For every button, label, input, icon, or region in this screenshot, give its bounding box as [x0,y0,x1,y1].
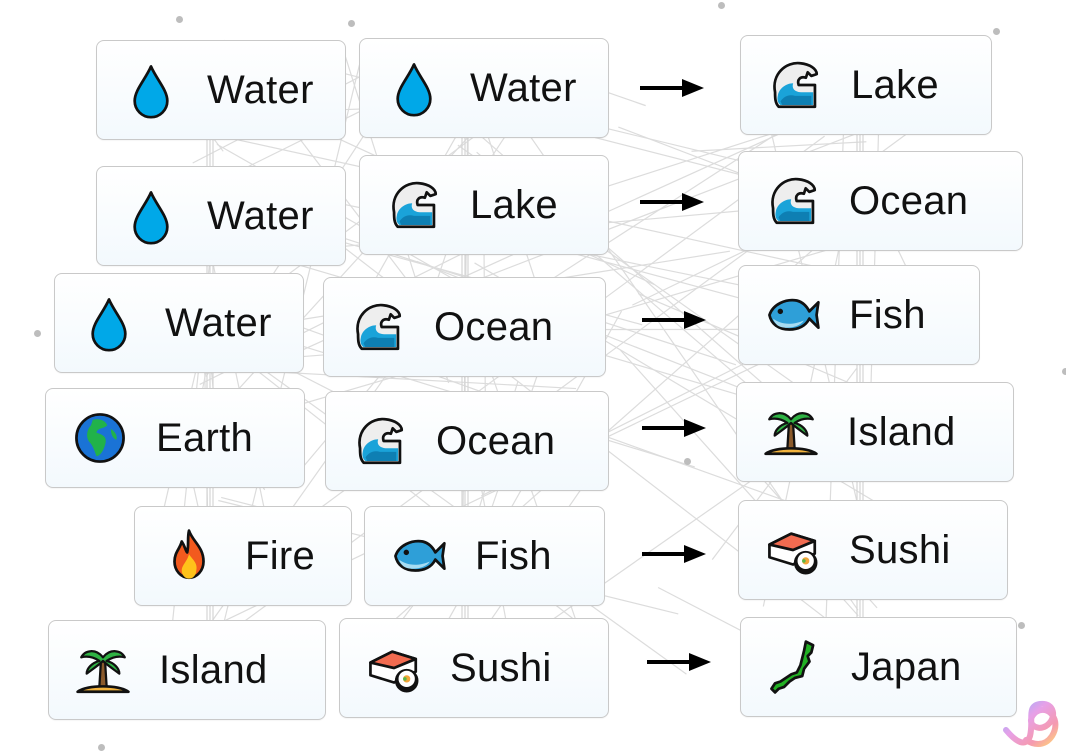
element-label: Lake [470,183,558,228]
element-tile-second-ingredient[interactable]: Sushi [339,618,609,718]
sushi-icon [362,636,426,700]
element-tile-result[interactable]: Sushi [738,500,1008,600]
element-label: Japan [851,645,961,690]
element-label: Island [847,410,956,455]
element-tile-second-ingredient[interactable]: Ocean [325,391,609,491]
right-arrow-icon [640,78,704,98]
element-tile-first-ingredient[interactable]: Fire [134,506,352,606]
decorative-dot [1062,368,1066,375]
right-arrow-icon [640,192,704,212]
element-label: Lake [851,63,939,108]
element-tile-result[interactable]: Island [736,382,1014,482]
water-drop-icon [119,184,183,248]
element-tile-second-ingredient[interactable]: Ocean [323,277,606,377]
fire-icon [157,524,221,588]
wave-icon [346,295,410,359]
element-label: Fish [475,534,552,579]
decorative-dot [176,16,183,23]
decorative-dot [1018,622,1025,629]
decorative-dot [993,28,1000,35]
water-drop-icon [382,56,446,120]
right-arrow-icon [642,418,706,438]
element-label: Fire [245,534,315,579]
decorative-dot [684,458,691,465]
decorative-dot [718,2,725,9]
element-tile-second-ingredient[interactable]: Lake [359,155,609,255]
fish-icon [761,283,825,347]
element-label: Water [470,66,577,111]
element-tile-result[interactable]: Fish [738,265,980,365]
wave-icon [763,53,827,117]
element-tile-result[interactable]: Japan [740,617,1017,717]
brand-logo-icon [996,660,1066,750]
element-label: Water [165,301,272,346]
element-tile-second-ingredient[interactable]: Fish [364,506,605,606]
element-tile-first-ingredient[interactable]: Water [96,40,346,140]
element-tile-first-ingredient[interactable]: Water [96,166,346,266]
globe-icon [68,406,132,470]
connection-line [692,142,867,152]
element-label: Water [207,194,314,239]
element-label: Ocean [849,179,968,224]
decorative-dot [348,20,355,27]
right-arrow-icon [642,310,706,330]
element-label: Ocean [436,419,555,464]
element-label: Fish [849,293,926,338]
element-tile-first-ingredient[interactable]: Island [48,620,326,720]
right-arrow-icon [642,544,706,564]
element-label: Sushi [450,646,552,691]
element-label: Earth [156,416,253,461]
element-tile-result[interactable]: Lake [740,35,992,135]
water-drop-icon [119,58,183,122]
sushi-icon [761,518,825,582]
wave-icon [761,169,825,233]
fish-icon [387,524,451,588]
element-tile-first-ingredient[interactable]: Earth [45,388,305,488]
water-drop-icon [77,291,141,355]
decorative-dot [34,330,41,337]
japan-map-icon [763,635,827,699]
element-tile-first-ingredient[interactable]: Water [54,273,304,373]
element-label: Island [159,648,268,693]
wave-icon [348,409,412,473]
element-label: Ocean [434,305,553,350]
element-tile-second-ingredient[interactable]: Water [359,38,609,138]
island-icon [71,638,135,702]
element-tile-result[interactable]: Ocean [738,151,1023,251]
island-icon [759,400,823,464]
right-arrow-icon [647,652,711,672]
element-label: Water [207,68,314,113]
wave-icon [382,173,446,237]
element-label: Sushi [849,528,951,573]
